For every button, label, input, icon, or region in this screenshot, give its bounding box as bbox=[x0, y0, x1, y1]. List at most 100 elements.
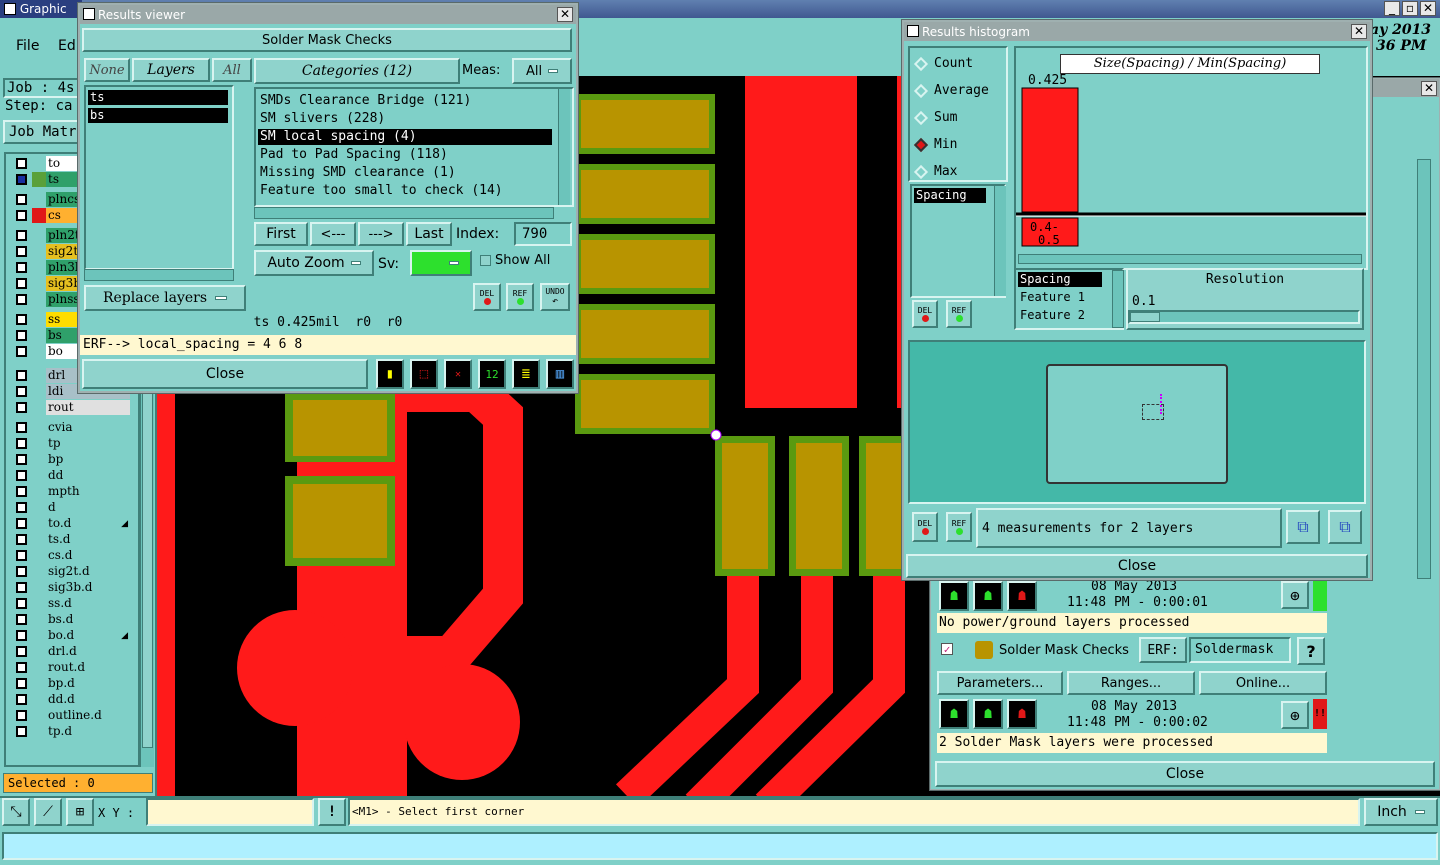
layer-checkbox[interactable] bbox=[16, 402, 27, 413]
meas-select[interactable]: All bbox=[512, 58, 572, 84]
layer-checkbox[interactable] bbox=[16, 370, 27, 381]
chart-hscroll[interactable] bbox=[1018, 254, 1362, 264]
layer-name[interactable]: bs.d bbox=[46, 612, 130, 627]
menu-file[interactable]: File bbox=[16, 38, 39, 54]
layer-checkbox[interactable] bbox=[16, 614, 27, 625]
resolution-slider[interactable] bbox=[1128, 310, 1360, 324]
compare-icon[interactable]: 12 bbox=[478, 359, 506, 389]
notes-icon[interactable]: ≣ bbox=[512, 359, 540, 389]
layer-checkbox[interactable] bbox=[16, 174, 27, 185]
layer-checkbox[interactable] bbox=[16, 158, 27, 169]
sv-color-select[interactable] bbox=[410, 250, 472, 276]
erf-input[interactable]: Soldermask bbox=[1189, 637, 1291, 663]
histogram-titlebar[interactable]: Results histogram bbox=[904, 22, 1370, 41]
layer-checkbox[interactable] bbox=[16, 582, 27, 593]
stat-option-average[interactable]: Average bbox=[913, 83, 1002, 101]
layer-row-tp[interactable]: tp bbox=[14, 436, 130, 451]
run-action-icon-4[interactable]: ☗ bbox=[939, 699, 969, 729]
histogram-icon[interactable]: ▥ bbox=[546, 359, 574, 389]
category-item[interactable]: Missing SMD clearance (1) bbox=[258, 165, 552, 181]
layer-name[interactable]: bp.d bbox=[46, 676, 130, 691]
layer-row-ss-d[interactable]: ss.d bbox=[14, 596, 130, 611]
histogram-bar[interactable] bbox=[1021, 87, 1079, 213]
enable-checkbox[interactable]: ✓ bbox=[941, 643, 953, 655]
measurement-preview[interactable] bbox=[908, 340, 1366, 504]
hist-del-button[interactable]: DEL bbox=[912, 300, 938, 328]
layer-checkbox[interactable] bbox=[16, 278, 27, 289]
layer-checkbox[interactable] bbox=[16, 194, 27, 205]
layer-name[interactable]: outline.d bbox=[46, 708, 130, 723]
alert-icon[interactable]: ! bbox=[318, 798, 346, 826]
layer-selection-list[interactable]: ts bs bbox=[84, 85, 234, 270]
layer-checkbox[interactable] bbox=[16, 502, 27, 513]
layer-checkbox[interactable] bbox=[16, 470, 27, 481]
parameters-button[interactable]: Parameters... bbox=[937, 671, 1063, 695]
layer-row-bp[interactable]: bp bbox=[14, 452, 130, 467]
xy-input[interactable] bbox=[146, 798, 314, 826]
layer-row-bo-d[interactable]: bo.d ◢ bbox=[14, 628, 130, 643]
spacing-list[interactable]: Spacing bbox=[910, 184, 1006, 298]
layer-checkbox[interactable] bbox=[16, 726, 27, 737]
layer-name[interactable]: tp bbox=[46, 436, 130, 451]
run-action-icon-1[interactable]: ☗ bbox=[939, 581, 969, 611]
job-matrix-button[interactable]: Job Matr bbox=[3, 120, 83, 144]
layer-item-bs[interactable]: bs bbox=[88, 108, 228, 123]
analysis-scrollbar[interactable] bbox=[1417, 159, 1431, 579]
run-action-icon-6[interactable]: ☗ bbox=[1007, 699, 1037, 729]
layer-checkbox[interactable] bbox=[16, 534, 27, 545]
layer-row-ts-d[interactable]: ts.d bbox=[14, 532, 130, 547]
layer-row-cs-d[interactable]: cs.d bbox=[14, 548, 130, 563]
undo-button[interactable]: UNDO ↶ bbox=[540, 283, 570, 311]
hist-ref-button[interactable]: REF bbox=[946, 300, 972, 328]
maximize-icon[interactable]: ▫ bbox=[1402, 1, 1418, 16]
all-layers-button[interactable]: All bbox=[212, 58, 252, 82]
results-viewer-close-button[interactable]: Close bbox=[82, 359, 368, 389]
layer-checkbox[interactable] bbox=[16, 678, 27, 689]
layer-row-rout[interactable]: rout bbox=[14, 400, 130, 415]
layer-list-hscroll[interactable] bbox=[84, 269, 234, 281]
layer-row-cvia[interactable]: cvia bbox=[14, 420, 130, 435]
radio-icon[interactable] bbox=[913, 137, 929, 153]
units-select[interactable]: Inch bbox=[1364, 798, 1438, 826]
import-icon[interactable]: ⧉ bbox=[1328, 510, 1362, 544]
ref-off-icon[interactable]: ✕ bbox=[444, 359, 472, 389]
layer-checkbox[interactable] bbox=[16, 646, 27, 657]
histogram-close-button[interactable]: Close bbox=[906, 554, 1368, 578]
layer-name[interactable]: sig2t.d bbox=[46, 564, 130, 579]
report-icon[interactable]: ▮ bbox=[376, 359, 404, 389]
layer-checkbox[interactable] bbox=[16, 294, 27, 305]
layer-row-dd-d[interactable]: dd.d bbox=[14, 692, 130, 707]
radio-icon[interactable] bbox=[913, 83, 929, 99]
show-all-checkbox[interactable] bbox=[480, 255, 491, 266]
zoom-fit-icon[interactable]: ⤡ bbox=[2, 798, 30, 826]
layer-row-tp-d[interactable]: tp.d bbox=[14, 724, 130, 739]
radio-icon[interactable] bbox=[913, 164, 929, 180]
stat-option-max[interactable]: Max bbox=[913, 164, 1002, 182]
layer-name[interactable]: to.d ◢ bbox=[46, 516, 130, 531]
layer-name[interactable]: bp bbox=[46, 452, 130, 467]
category-item[interactable]: SMDs Clearance Bridge (121) bbox=[258, 93, 552, 109]
layer-row-drl-d[interactable]: drl.d bbox=[14, 644, 130, 659]
layer-row-sig3b-d[interactable]: sig3b.d bbox=[14, 580, 130, 595]
spacing-list-item[interactable]: Spacing bbox=[914, 188, 986, 203]
layer-checkbox[interactable] bbox=[16, 566, 27, 577]
run-action-icon-3[interactable]: ☗ bbox=[1007, 581, 1037, 611]
measure-icon[interactable]: ⟋ bbox=[34, 798, 62, 826]
layer-checkbox[interactable] bbox=[16, 438, 27, 449]
layer-name[interactable]: dd bbox=[46, 468, 130, 483]
close-icon[interactable]: ✕ bbox=[1421, 81, 1437, 96]
prev-button[interactable]: <--- bbox=[310, 222, 356, 246]
category-item[interactable]: Pad to Pad Spacing (118) bbox=[258, 147, 552, 163]
layer-row-d[interactable]: d bbox=[14, 500, 130, 515]
del-button[interactable]: DEL bbox=[473, 283, 501, 311]
run-action-icon-2[interactable]: ☗ bbox=[973, 581, 1003, 611]
layer-checkbox[interactable] bbox=[16, 486, 27, 497]
layer-row-sig2t-d[interactable]: sig2t.d bbox=[14, 564, 130, 579]
radio-icon[interactable] bbox=[913, 110, 929, 126]
layer-name[interactable]: cs.d bbox=[46, 548, 130, 563]
highlight-icon[interactable]: ⬚ bbox=[410, 359, 438, 389]
layer-row-dd[interactable]: dd bbox=[14, 468, 130, 483]
help-button[interactable]: ? bbox=[1297, 637, 1325, 665]
categories-list[interactable]: SMDs Clearance Bridge (121) SM slivers (2… bbox=[254, 87, 574, 207]
category-item[interactable]: Feature too small to check (14) bbox=[258, 183, 552, 199]
